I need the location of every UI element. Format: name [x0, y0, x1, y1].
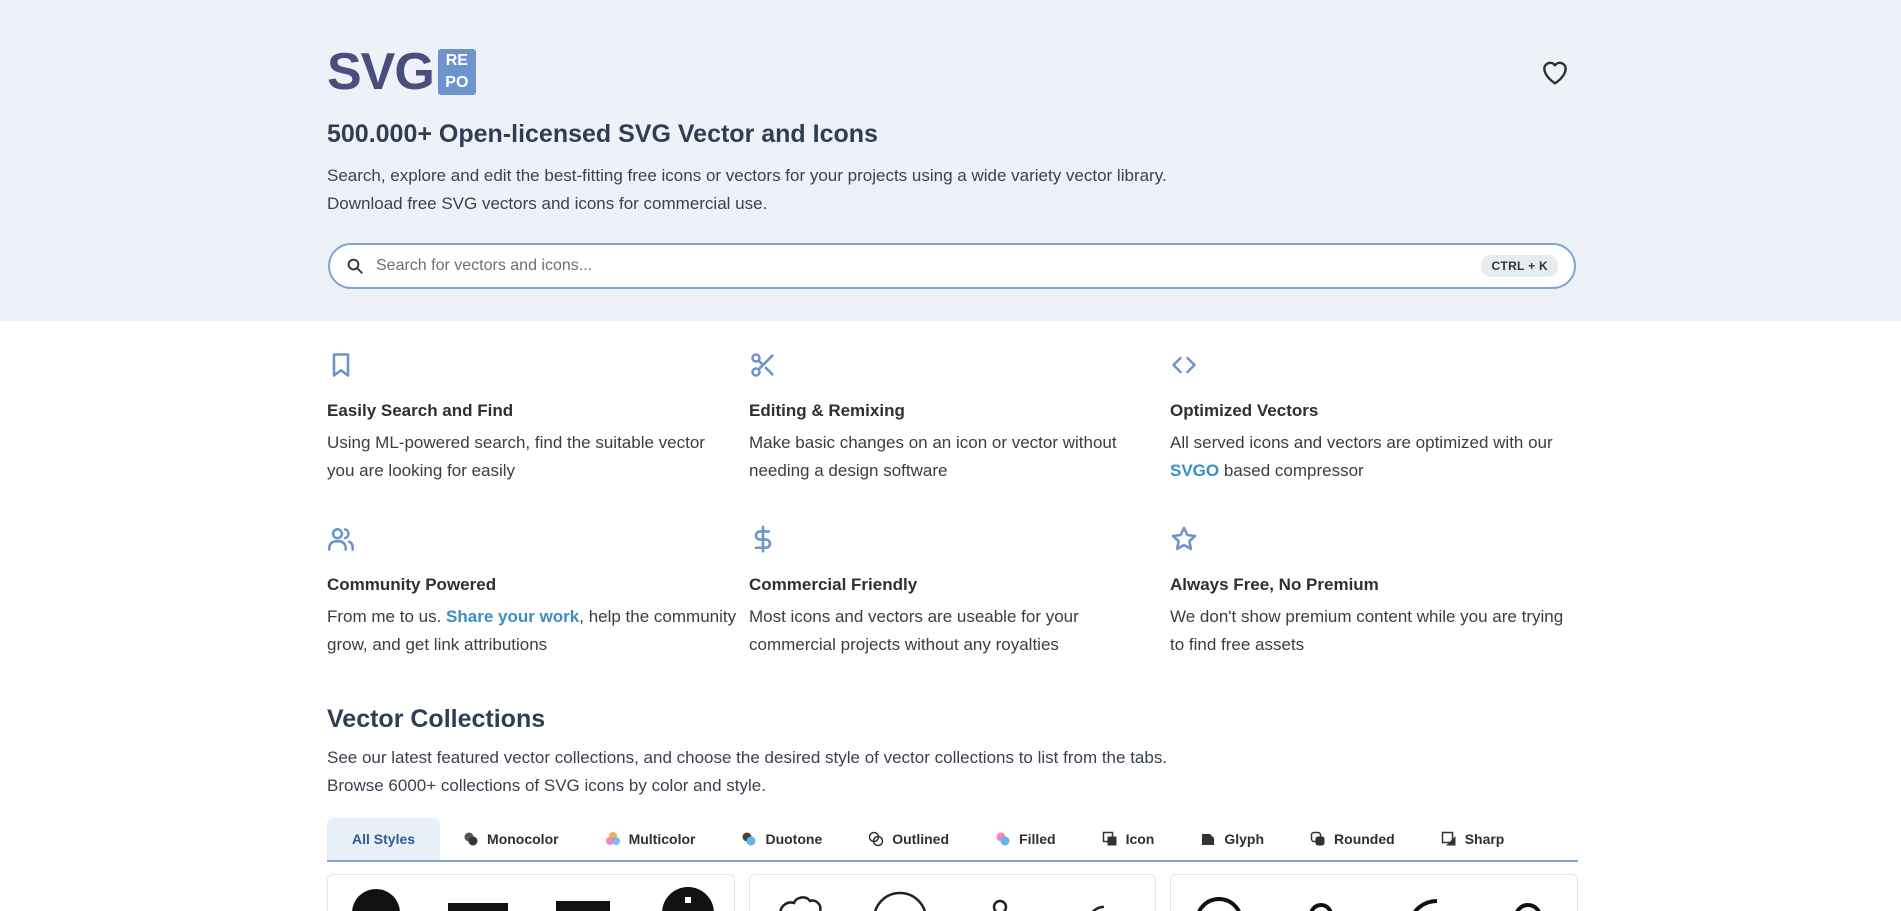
tab-rounded[interactable]: Rounded	[1287, 818, 1418, 860]
collection-card[interactable]	[327, 874, 735, 911]
scissors-icon	[751, 353, 774, 377]
dollar-icon	[754, 525, 772, 553]
feature-free: Always Free, No Premium We don't show pr…	[1170, 525, 1578, 659]
preview-cloud-icon	[778, 896, 822, 911]
preview-gauge-icon	[873, 891, 926, 911]
tab-label: Icon	[1125, 831, 1155, 847]
filled-icon	[996, 832, 1010, 846]
tab-label: All Styles	[352, 831, 416, 847]
search-bar[interactable]: CTRL + K	[328, 243, 1576, 289]
feature-text-part: From me to us.	[327, 607, 447, 626]
feature-text: All served icons and vectors are optimiz…	[1170, 429, 1580, 485]
collection-preview-icons	[1197, 897, 1541, 911]
share-your-work-link[interactable]: Share your work	[446, 607, 579, 626]
feature-search: Easily Search and Find Using ML-powered …	[327, 351, 749, 485]
collection-cards	[327, 874, 1578, 911]
feature-optimized: Optimized Vectors All served icons and v…	[1170, 351, 1578, 485]
code-icon	[1172, 356, 1196, 374]
feature-text: Make basic changes on an icon or vector …	[749, 433, 1117, 480]
collections-title: Vector Collections	[327, 705, 546, 733]
logo-badge-bottom: PO	[445, 74, 469, 91]
tab-label: Rounded	[1334, 831, 1395, 847]
sharp-icon	[1441, 831, 1456, 846]
feature-text: Using ML-powered search, find the suitab…	[327, 433, 705, 480]
feature-title: Editing & Remixing	[749, 401, 905, 420]
tab-icon[interactable]: Icon	[1079, 818, 1178, 860]
preview-lock-icon	[1310, 903, 1333, 911]
search-input[interactable]	[376, 257, 1482, 275]
monocolor-icon	[464, 832, 478, 846]
tab-sharp[interactable]: Sharp	[1418, 818, 1528, 860]
tab-multicolor[interactable]: Multicolor	[582, 818, 719, 860]
preview-square-icon	[556, 901, 610, 911]
bookmark-icon	[332, 353, 350, 377]
feature-title: Optimized Vectors	[1170, 401, 1319, 420]
icon-style-icon	[1102, 831, 1117, 846]
feature-title: Community Powered	[327, 575, 497, 594]
feature-commercial: Commercial Friendly Most icons and vecto…	[749, 525, 1170, 659]
collection-card[interactable]	[748, 874, 1157, 911]
collection-preview-icons	[778, 891, 1104, 911]
feature-title: Easily Search and Find	[327, 401, 514, 420]
preview-ring-icon	[1197, 897, 1242, 911]
feature-text: Most icons and vectors are useable for y…	[749, 607, 1079, 654]
collection-card[interactable]	[1170, 874, 1578, 911]
users-icon	[328, 528, 354, 551]
collection-style-tabs: All Styles Monocolor Multicolor Duotone …	[327, 818, 1578, 862]
tab-label: Multicolor	[628, 831, 696, 847]
feature-community: Community Powered From me to us. Share y…	[327, 525, 749, 659]
heart-icon[interactable]	[1538, 56, 1572, 88]
tab-label: Sharp	[1464, 831, 1505, 847]
tab-label: Duotone	[765, 831, 823, 847]
subtitle-line-2: Download free SVG vectors and icons for …	[327, 194, 768, 213]
preview-circle-icon	[352, 889, 400, 911]
multicolor-icon	[605, 832, 620, 845]
preview-leaf-icon	[1413, 899, 1438, 911]
tab-filled[interactable]: Filled	[972, 818, 1079, 860]
collections-subtitle-line-2: Browse 6000+ collections of SVG icons by…	[327, 776, 766, 795]
features-grid: Easily Search and Find Using ML-powered …	[327, 351, 1578, 659]
tab-glyph[interactable]: Glyph	[1177, 818, 1287, 860]
logo-badge-top: RE	[445, 52, 468, 69]
subtitle-line-1: Search, explore and edit the best-fittin…	[327, 166, 1167, 185]
rounded-icon	[1310, 831, 1325, 846]
feature-text: From me to us. Share your work, help the…	[327, 603, 737, 659]
tab-label: Monocolor	[487, 831, 559, 847]
tab-label: Filled	[1019, 831, 1056, 847]
tab-monocolor[interactable]: Monocolor	[440, 818, 582, 860]
glyph-icon	[1202, 834, 1215, 845]
feature-title: Always Free, No Premium	[1170, 575, 1379, 594]
preview-arc-icon	[1091, 905, 1104, 911]
collections-subtitle: See our latest featured vector collectio…	[327, 744, 1227, 800]
tab-all-styles[interactable]: All Styles	[327, 818, 441, 860]
tab-label: Glyph	[1224, 831, 1265, 847]
tab-label: Outlined	[892, 831, 950, 847]
site-logo[interactable]: SVG RE PO	[327, 43, 476, 101]
feature-title: Commercial Friendly	[749, 575, 918, 594]
logo-wordmark: SVG	[327, 43, 435, 101]
preview-square-icon	[448, 903, 508, 911]
outlined-icon	[868, 831, 884, 847]
collections-subtitle-line-1: See our latest featured vector collectio…	[327, 748, 1168, 767]
search-shortcut-badge: CTRL + K	[1481, 255, 1558, 277]
collection-preview-icons	[352, 887, 714, 911]
preview-pin-icon	[992, 899, 1007, 911]
search-icon	[347, 258, 363, 274]
logo-badge: RE PO	[437, 49, 476, 95]
feature-text: We don't show premium content while you …	[1170, 607, 1564, 654]
tab-duotone[interactable]: Duotone	[718, 818, 845, 860]
star-icon	[1171, 526, 1197, 551]
page-title: 500.000+ Open-licensed SVG Vector and Ic…	[327, 120, 878, 148]
svgo-link[interactable]: SVGO	[1170, 461, 1219, 480]
tab-outlined[interactable]: Outlined	[845, 818, 972, 860]
feature-text-part: based compressor	[1219, 461, 1364, 480]
feature-editing: Editing & Remixing Make basic changes on…	[749, 351, 1170, 485]
preview-arc-icon	[1515, 903, 1541, 911]
page-subtitle: Search, explore and edit the best-fittin…	[327, 162, 1227, 218]
feature-text-part: All served icons and vectors are optimiz…	[1170, 433, 1553, 452]
duotone-icon	[742, 832, 756, 846]
